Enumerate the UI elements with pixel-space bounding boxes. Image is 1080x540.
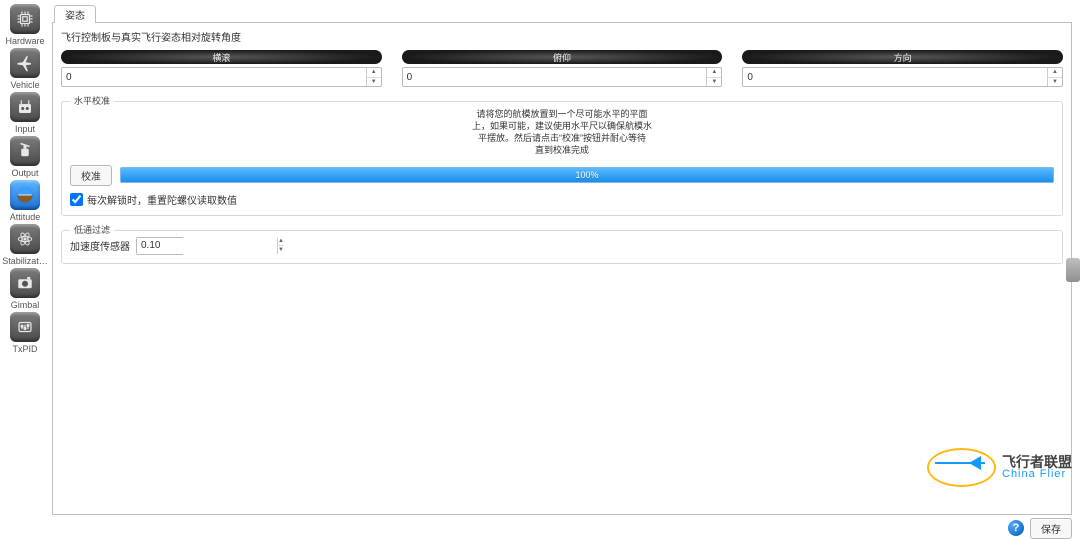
- accel-lowpass-spinbox[interactable]: ▲▼: [136, 237, 184, 255]
- sidebar-item-label: TxPID: [12, 344, 37, 354]
- section-rotation-label: 飞行控制板与真实飞行姿态相对旋转角度: [61, 29, 1063, 44]
- sidebar-item-hardware[interactable]: Hardware: [0, 4, 50, 46]
- spin-buttons[interactable]: ▲▼: [366, 68, 381, 86]
- save-button[interactable]: 保存: [1030, 518, 1072, 539]
- accel-sensor-label: 加速度传感器: [70, 238, 130, 253]
- sidebar-item-label: Input: [15, 124, 35, 134]
- calibration-row: 校准 100%: [70, 165, 1054, 186]
- level-instructions: 请将您的航模放置到一个尽可能水平的平面 上，如果可能，建议使用水平尺以确保航模水…: [70, 108, 1054, 157]
- sidebar: Hardware Vehicle Input Output Attitude: [0, 0, 50, 515]
- spin-buttons[interactable]: ▲▼: [277, 238, 284, 254]
- level-calibration-group: 水平校准 请将您的航模放置到一个尽可能水平的平面 上，如果可能，建议使用水平尺以…: [61, 101, 1063, 216]
- sliders-icon: [10, 312, 40, 342]
- trim-pitch-label: 俯仰: [402, 50, 723, 64]
- reset-gyro-checkbox[interactable]: [70, 193, 83, 206]
- reset-gyro-row[interactable]: 每次解锁时，重置陀螺仪读取数值: [70, 192, 1054, 207]
- trim-yaw-input[interactable]: [743, 68, 1047, 86]
- rotation-trims-row: 横滚 ▲▼ 俯仰 ▲▼ 方向: [61, 50, 1063, 87]
- trim-yaw-label: 方向: [742, 50, 1063, 64]
- sidebar-item-label: Hardware: [5, 36, 44, 46]
- sidebar-item-stabilization[interactable]: Stabilizat…: [0, 224, 50, 266]
- sidebar-item-label: Stabilizat…: [2, 256, 48, 266]
- footer-bar: ? 保存: [0, 515, 1080, 540]
- progress-text: 100%: [121, 168, 1053, 182]
- step-up-icon[interactable]: ▲: [367, 68, 381, 78]
- tab-attitude[interactable]: 姿态: [54, 5, 96, 23]
- step-down-icon[interactable]: ▼: [278, 246, 284, 254]
- trim-yaw-spinbox[interactable]: ▲▼: [742, 67, 1063, 87]
- trim-pitch: 俯仰 ▲▼: [402, 50, 723, 87]
- sidebar-item-gimbal[interactable]: Gimbal: [0, 268, 50, 310]
- spin-buttons[interactable]: ▲▼: [706, 68, 721, 86]
- main-panel: 姿态 飞行控制板与真实飞行姿态相对旋转角度 横滚 ▲▼ 俯仰 ▲▼: [50, 0, 1080, 515]
- sidebar-item-label: Attitude: [10, 212, 41, 222]
- motor-icon: [10, 136, 40, 166]
- tab-bar: 姿态: [52, 4, 1072, 22]
- cpu-chip-icon: [10, 4, 40, 34]
- lowpass-group: 低通过滤 加速度传感器 ▲▼: [61, 230, 1063, 264]
- lowpass-legend: 低通过滤: [70, 223, 114, 236]
- calibration-progress: 100%: [120, 167, 1054, 183]
- sidebar-item-label: Vehicle: [10, 80, 39, 90]
- trim-roll-spinbox[interactable]: ▲▼: [61, 67, 382, 87]
- accel-lowpass-input[interactable]: [137, 238, 277, 254]
- sidebar-item-output[interactable]: Output: [0, 136, 50, 178]
- help-icon[interactable]: ?: [1008, 520, 1024, 536]
- tab-content: 飞行控制板与真实飞行姿态相对旋转角度 横滚 ▲▼ 俯仰 ▲▼: [52, 22, 1072, 515]
- sidebar-item-attitude[interactable]: Attitude: [0, 180, 50, 222]
- step-down-icon[interactable]: ▼: [1048, 78, 1062, 87]
- accel-lowpass-row: 加速度传感器 ▲▼: [70, 237, 1054, 255]
- sidebar-item-vehicle[interactable]: Vehicle: [0, 48, 50, 90]
- step-down-icon[interactable]: ▼: [707, 78, 721, 87]
- airplane-icon: [10, 48, 40, 78]
- sidebar-item-input[interactable]: Input: [0, 92, 50, 134]
- sidebar-item-label: Gimbal: [11, 300, 40, 310]
- spin-buttons[interactable]: ▲▼: [1047, 68, 1062, 86]
- sidebar-item-label: Output: [11, 168, 38, 178]
- calibrate-button[interactable]: 校准: [70, 165, 112, 186]
- window-scrollbar-handle[interactable]: [1066, 258, 1080, 282]
- camera-icon: [10, 268, 40, 298]
- trim-roll-label: 横滚: [61, 50, 382, 64]
- reset-gyro-label: 每次解锁时，重置陀螺仪读取数值: [87, 192, 237, 207]
- trim-pitch-input[interactable]: [403, 68, 707, 86]
- step-up-icon[interactable]: ▲: [1048, 68, 1062, 78]
- level-group-legend: 水平校准: [70, 94, 114, 107]
- trim-pitch-spinbox[interactable]: ▲▼: [402, 67, 723, 87]
- transmitter-icon: [10, 92, 40, 122]
- atom-icon: [10, 224, 40, 254]
- attitude-indicator-icon: [10, 180, 40, 210]
- step-down-icon[interactable]: ▼: [367, 78, 381, 87]
- step-up-icon[interactable]: ▲: [707, 68, 721, 78]
- trim-roll: 横滚 ▲▼: [61, 50, 382, 87]
- trim-roll-input[interactable]: [62, 68, 366, 86]
- step-up-icon[interactable]: ▲: [278, 238, 284, 247]
- sidebar-item-txpid[interactable]: TxPID: [0, 312, 50, 354]
- trim-yaw: 方向 ▲▼: [742, 50, 1063, 87]
